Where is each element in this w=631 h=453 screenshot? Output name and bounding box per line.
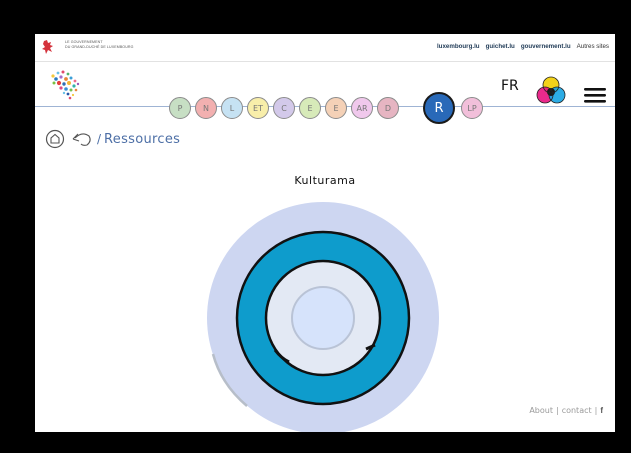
nav-item-n[interactable]: N [195,97,217,119]
nav-item-l[interactable]: L [221,97,243,119]
footer-links: About | contact | f [529,406,603,415]
nav-item-ar[interactable]: AR [351,97,373,119]
luxembourg-lion-icon[interactable] [41,39,55,55]
nav-item-p[interactable]: P [169,97,191,119]
hamburger-menu-icon[interactable] [583,86,607,104]
nav-item-et[interactable]: ET [247,97,269,119]
facebook-icon[interactable]: f [600,406,603,415]
link-guichet-lu[interactable]: guichet.lu [486,43,515,50]
link-autres-sites[interactable]: Autres sites [577,43,609,50]
site-logo-icon[interactable] [47,68,87,102]
home-icon[interactable] [45,129,65,149]
wheel-center[interactable] [291,286,355,350]
government-name-line2: DU GRAND-DUCHÉ DE LUXEMBOURG [65,45,134,49]
kulturama-wheel[interactable] [203,198,443,432]
footer-separator: | [594,406,598,415]
link-gouvernement-lu[interactable]: gouvernement.lu [521,43,571,50]
about-link[interactable]: About [529,406,553,415]
page-title: Kulturama [294,174,356,187]
government-bar: LE GOUVERNEMENT DU GRAND-DUCHÉ DE LUXEMB… [35,34,615,62]
footer-separator: | [555,406,559,415]
nav-item-d[interactable]: D [377,97,399,119]
government-name[interactable]: LE GOUVERNEMENT DU GRAND-DUCHÉ DE LUXEMB… [65,40,134,50]
breadcrumb: / Ressources [45,127,180,151]
nav-item-e1[interactable]: E [299,97,321,119]
nav-item-c[interactable]: C [273,97,295,119]
government-links: luxembourg.lu guichet.lu gouvernement.lu… [437,43,609,50]
link-luxembourg-lu[interactable]: luxembourg.lu [437,43,480,50]
palette-icon[interactable] [533,74,569,108]
breadcrumb-current[interactable]: Ressources [104,132,180,147]
back-arrow-icon[interactable] [71,130,93,148]
language-button[interactable]: FR [501,78,519,94]
contact-link[interactable]: contact [562,406,592,415]
nav-item-lp[interactable]: LP [461,97,483,119]
nav-item-r-active[interactable]: R [423,92,455,124]
breadcrumb-separator: / [97,132,102,146]
nav-item-e2[interactable]: E [325,97,347,119]
browser-viewport: LE GOUVERNEMENT DU GRAND-DUCHÉ DE LUXEMB… [35,34,615,432]
